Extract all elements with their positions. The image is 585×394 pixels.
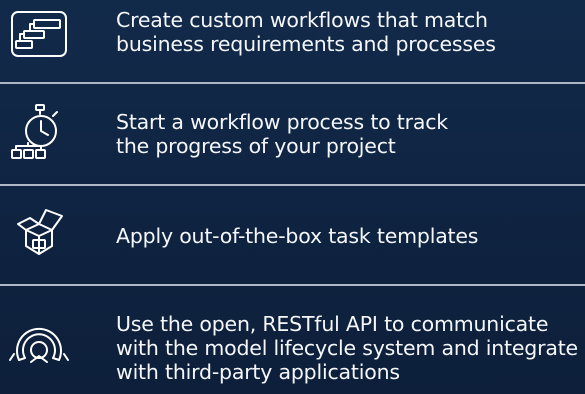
feature-3-line-1: Apply out-of-the-box task templates <box>116 224 479 248</box>
divider-2 <box>0 184 585 186</box>
feature-text-2: Start a workflow process to track the pr… <box>116 110 582 158</box>
divider-3 <box>0 284 585 286</box>
feature-text-1: Create custom workflows that match busin… <box>116 8 582 56</box>
feature-4-line-3: with third-party applications <box>116 360 400 384</box>
workflow-diagram-icon <box>6 2 72 68</box>
stopwatch-process-icon <box>6 102 72 168</box>
feature-4-line-1: Use the open, RESTful API to communicate <box>116 312 549 336</box>
feature-text-3: Apply out-of-the-box task templates <box>116 224 582 248</box>
feature-1-line-1: Create custom workflows that match <box>116 8 488 32</box>
feature-2-line-1: Start a workflow process to track <box>116 110 448 134</box>
feature-1-line-2: business requirements and processes <box>116 32 496 56</box>
feature-2-line-2: the progress of your project <box>116 134 396 158</box>
divider-1 <box>0 82 585 84</box>
feature-4-line-2: with the model lifecycle system and inte… <box>116 336 578 360</box>
feature-list: Create custom workflows that match busin… <box>0 0 585 394</box>
feature-text-4: Use the open, RESTful API to communicate… <box>116 312 582 384</box>
api-connector-icon <box>6 316 72 382</box>
open-box-icon <box>6 202 72 268</box>
